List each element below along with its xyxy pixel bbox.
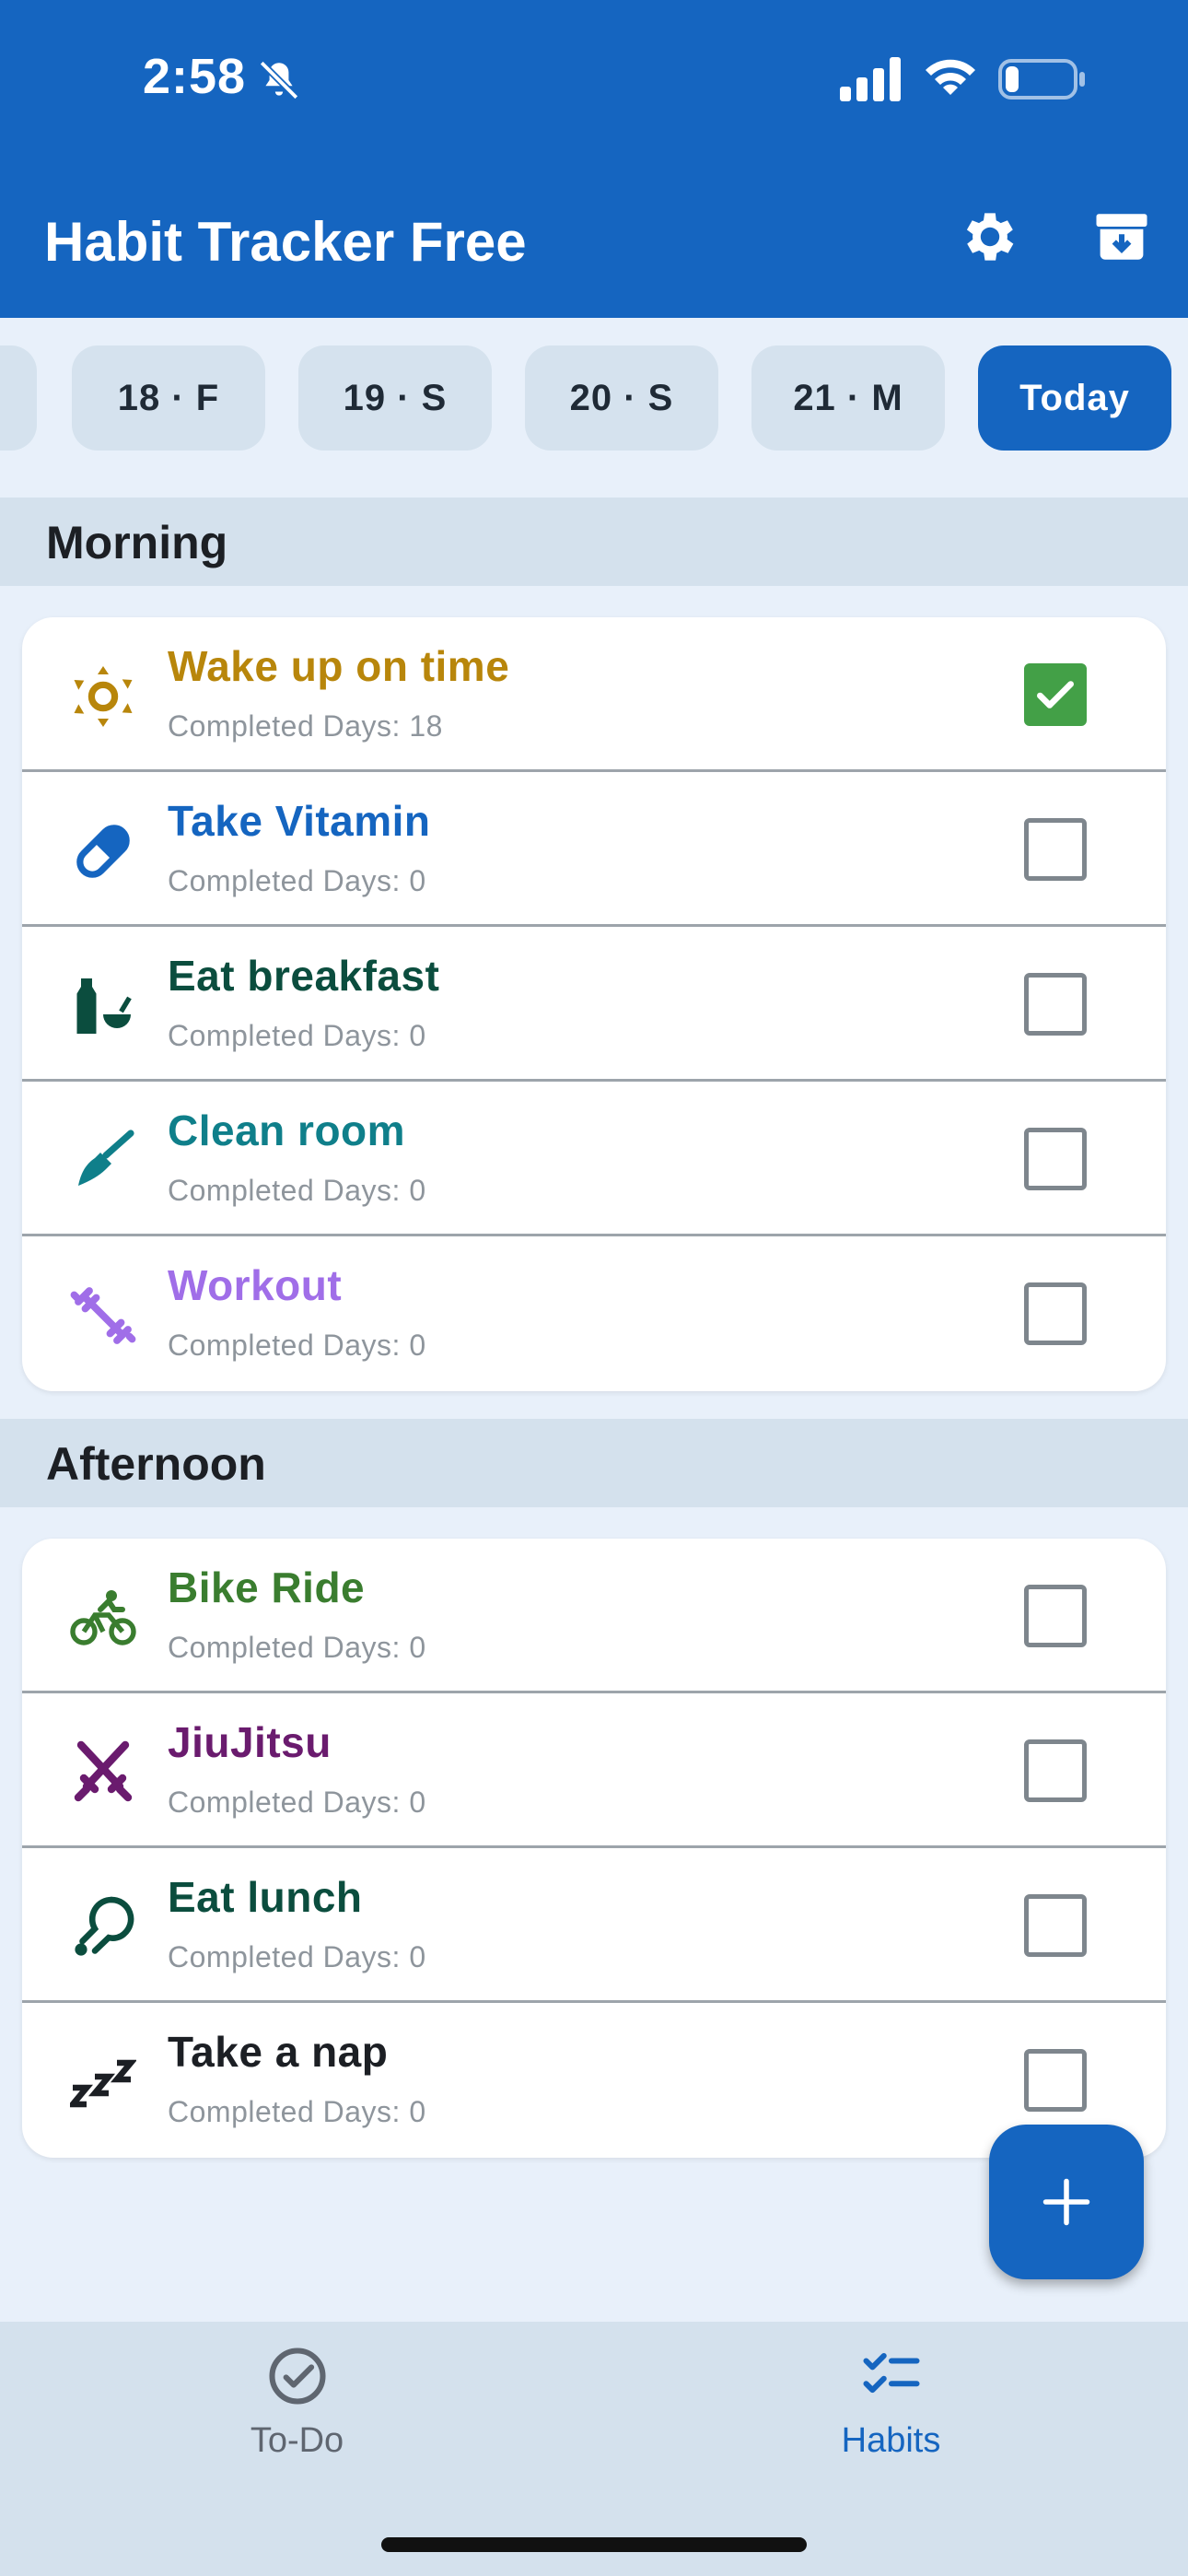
habit-completed-days: Completed Days: 0 <box>168 1786 426 1819</box>
section-header-morning: Morning <box>0 498 1188 586</box>
habit-checkbox[interactable] <box>1024 973 1087 1036</box>
habit-checkbox[interactable] <box>1024 1739 1087 1802</box>
bike-icon <box>70 1590 136 1645</box>
habit-completed-days: Completed Days: 0 <box>168 2095 426 2128</box>
sun-icon <box>74 666 133 727</box>
app-header: 2:58 Habit Tracker Free <box>0 0 1188 318</box>
status-time: 2:58 <box>143 49 247 104</box>
habit-name: Take a nap <box>168 2028 389 2076</box>
section-title: Morning <box>46 517 228 568</box>
date-strip: 18 · F 19 · S 20 · S 21 · M Today <box>0 318 1188 498</box>
archive-icon[interactable] <box>1091 206 1152 267</box>
date-pill-20[interactable]: 20 · S <box>525 345 718 451</box>
date-pill-18[interactable]: 18 · F <box>72 345 265 451</box>
habit-completed-days: Completed Days: 18 <box>168 709 443 743</box>
habit-row[interactable]: Clean room Completed Days: 0 <box>22 1082 1166 1236</box>
crossed-swords-icon <box>74 1740 133 1802</box>
section-title: Afternoon <box>46 1438 266 1490</box>
date-pill-21[interactable]: 21 · M <box>751 345 945 451</box>
nav-label-todo: To-Do <box>250 2421 344 2460</box>
section-header-afternoon: Afternoon <box>0 1419 1188 1507</box>
broom-icon <box>78 1130 134 1186</box>
cellular-signal-icon <box>840 57 901 101</box>
habit-checkbox[interactable] <box>1024 1128 1087 1190</box>
app-root: 2:58 Habit Tracker Free 18 · F 19 · S 20… <box>0 0 1188 2576</box>
nav-tab-habits[interactable]: Habits <box>594 2322 1188 2506</box>
settings-gear-icon[interactable] <box>958 205 1022 269</box>
habit-name: Eat breakfast <box>168 952 440 1000</box>
habit-name: Workout <box>168 1261 343 1309</box>
habit-checkbox[interactable] <box>1024 1894 1087 1957</box>
nav-tab-todo[interactable]: To-Do <box>0 2322 594 2506</box>
habit-name: JiuJitsu <box>168 1718 332 1766</box>
bottle-bowl-icon <box>76 978 132 1034</box>
pill-icon <box>76 825 130 878</box>
app-title: Habit Tracker Free <box>44 211 527 273</box>
habit-row[interactable]: Eat lunch Completed Days: 0 <box>22 1848 1166 2003</box>
habit-row[interactable]: Wake up on time Completed Days: 18 <box>22 617 1166 772</box>
habit-completed-days: Completed Days: 0 <box>168 864 426 897</box>
habit-completed-days: Completed Days: 0 <box>168 1940 426 1973</box>
habit-name: Take Vitamin <box>168 797 431 845</box>
habit-completed-days: Completed Days: 0 <box>168 1631 426 1664</box>
plus-icon <box>1042 2178 1090 2226</box>
habit-row[interactable]: Take Vitamin Completed Days: 0 <box>22 772 1166 927</box>
habit-checkbox[interactable] <box>1024 1585 1087 1647</box>
status-bar: 2:58 <box>0 0 1188 161</box>
nav-label-habits: Habits <box>841 2421 941 2460</box>
zzz-icon <box>70 2059 136 2108</box>
habit-checkbox[interactable] <box>1024 818 1087 881</box>
bell-muted-icon <box>259 60 299 100</box>
date-pill-partial[interactable] <box>0 345 37 451</box>
habit-name: Eat lunch <box>168 1873 363 1921</box>
home-indicator <box>381 2537 807 2552</box>
check-circle-icon <box>269 2348 326 2405</box>
habit-row[interactable]: JiuJitsu Completed Days: 0 <box>22 1693 1166 1848</box>
habit-checkbox-checked[interactable] <box>1024 663 1087 726</box>
habit-completed-days: Completed Days: 0 <box>168 1174 426 1207</box>
checkmark-icon <box>1037 681 1074 708</box>
drumstick-icon <box>75 1896 134 1956</box>
date-pill-today[interactable]: Today <box>978 345 1171 451</box>
habit-row[interactable]: Workout Completed Days: 0 <box>22 1236 1166 1391</box>
dumbbell-icon <box>70 1287 136 1344</box>
habit-completed-days: Completed Days: 0 <box>168 1329 426 1362</box>
habit-row[interactable]: Eat breakfast Completed Days: 0 <box>22 927 1166 1082</box>
habit-row[interactable]: Take a nap Completed Days: 0 <box>22 2003 1166 2158</box>
habit-name: Bike Ride <box>168 1563 366 1611</box>
wifi-icon <box>926 59 975 95</box>
habit-card-morning: Wake up on time Completed Days: 18 Take … <box>22 617 1166 1391</box>
habit-row[interactable]: Bike Ride Completed Days: 0 <box>22 1539 1166 1693</box>
battery-icon <box>998 59 1085 100</box>
habit-name: Clean room <box>168 1107 406 1154</box>
habit-card-afternoon: Bike Ride Completed Days: 0 JiuJitsu Com… <box>22 1539 1166 2158</box>
checklist-icon <box>863 2352 920 2394</box>
habit-checkbox[interactable] <box>1024 1282 1087 1345</box>
habit-name: Wake up on time <box>168 642 510 690</box>
habit-checkbox[interactable] <box>1024 2049 1087 2112</box>
habit-completed-days: Completed Days: 0 <box>168 1019 426 1052</box>
add-habit-button[interactable] <box>989 2125 1144 2279</box>
date-pill-19[interactable]: 19 · S <box>298 345 492 451</box>
